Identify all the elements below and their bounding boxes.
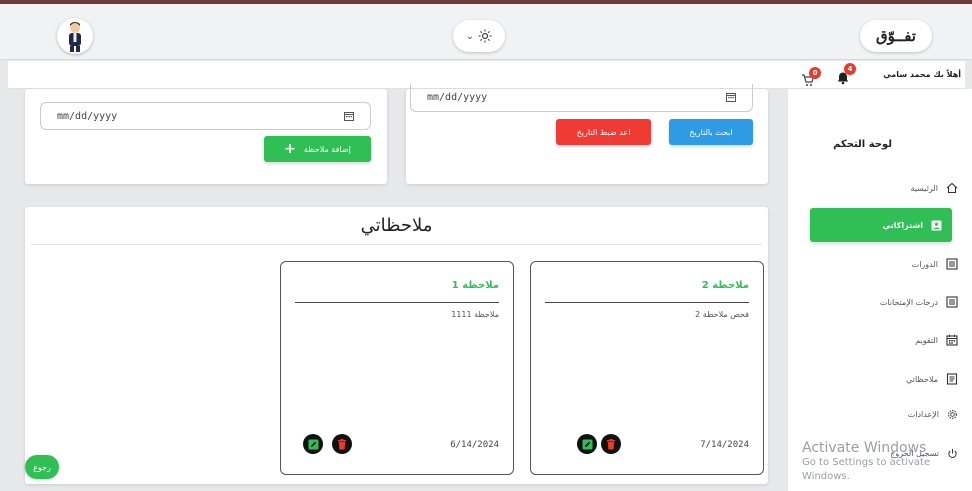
plus-icon: + [284,141,296,157]
section-divider [31,244,762,245]
edit-icon [308,439,318,449]
notifications-button[interactable]: 4 [836,63,856,85]
sidebar-item-subscriptions[interactable]: اشتراكاتي [810,208,952,242]
add-note-panel: mm/dd/yyyy إضافة ملاحظة + [25,89,387,184]
note-date-input[interactable]: mm/dd/yyyy [40,102,371,130]
sidebar-item-courses[interactable]: الدورات [912,251,958,277]
sidebar-item-label: ملاحظاتي [906,374,938,384]
calendar-icon[interactable] [726,92,736,102]
sidebar-item-my-notes[interactable]: ملاحظاتي [906,366,958,392]
cart-button[interactable]: 0 [801,67,821,86]
sidebar-item-label: التقويم [915,335,938,345]
edit-note-button[interactable] [577,434,597,454]
sidebar-item-label: الإعدادات [907,409,939,419]
sidebar-item-settings[interactable]: الإعدادات [908,401,958,427]
note-title: ملاحظة 2 [701,280,749,291]
list-icon [946,296,958,308]
delete-note-button[interactable] [332,434,352,454]
notes-section-title: ملاحظاتي [360,215,433,236]
brand-logo[interactable]: تفــوّق [860,20,932,52]
sidebar-item-label: اشتراكاتي [882,220,923,230]
sidebar-item-label: الدورات [911,259,938,269]
reset-date-label: اعد ضبط التاريخ [576,127,631,137]
greeting-text: أهلاً بك محمد سامي [883,70,961,79]
theme-toggle[interactable]: ⌄ [453,20,505,52]
add-note-button[interactable]: إضافة ملاحظة + [264,136,371,162]
reset-date-button[interactable]: اعد ضبط التاريخ [556,119,651,145]
sun-icon [478,29,492,43]
trash-icon [607,438,615,449]
note-title: ملاحظة 1 [451,280,499,291]
date-placeholder: mm/dd/yyyy [427,92,488,103]
note-card[interactable]: ملاحظة 1 ملاحظة 1111 6/14/2024 [280,261,514,475]
filter-date-input[interactable]: mm/dd/yyyy [410,84,753,112]
add-note-label: إضافة ملاحظة [303,144,351,154]
sidebar-item-home[interactable]: الرئيسية [910,175,958,201]
list-icon [946,258,958,270]
dashboard-title: لوحة التحكم [833,139,892,150]
cart-count-badge: 0 [809,67,821,79]
trash-icon [338,438,346,449]
gear-icon [947,409,958,419]
back-button[interactable]: رجوع [25,455,59,479]
sidebar-item-calendar[interactable]: التقويم [915,327,958,353]
date-placeholder: mm/dd/yyyy [57,110,118,122]
note-date: 7/14/2024 [700,440,749,450]
search-by-date-label: ابحث بالتاريخ [689,127,733,137]
calendar-icon[interactable] [344,111,354,121]
note-divider [295,302,499,303]
note-divider [545,302,749,303]
edit-note-button[interactable] [303,434,323,454]
windows-activation-watermark: Activate Windows Go to Settings to activ… [802,440,972,484]
chevron-down-icon: ⌄ [465,30,475,42]
sidebar: لوحة التحكم الرئيسية اشتراكاتي الدورات د… [788,89,972,491]
note-card[interactable]: ملاحظة 2 فحص ملاحظة 2 7/14/2024 [530,261,764,475]
top-navbar: ⌄ تفــوّق [0,4,972,60]
note-body: فحص ملاحظة 2 [695,310,749,319]
user-avatar[interactable] [57,18,93,54]
calendar-icon [946,334,958,346]
note-body: ملاحظة 1111 [451,310,499,319]
watermark-line-1: Activate Windows [802,440,927,456]
notification-count-badge: 4 [844,63,856,75]
watermark-line-2: Go to Settings to activate Windows. [802,457,931,482]
sidebar-item-exam-grades[interactable]: درجات الإمتحانات [880,289,958,315]
sidebar-item-label: درجات الإمتحانات [879,297,938,307]
date-filter-panel: mm/dd/yyyy اعد ضبط التاريخ ابحث بالتاريخ [406,84,768,184]
edit-icon [582,439,592,449]
note-date: 6/14/2024 [450,440,499,450]
home-icon [946,182,958,194]
delete-note-button[interactable] [601,434,621,454]
id-badge-icon [931,220,942,230]
note-icon [946,373,958,385]
notes-section: ملاحظاتي ملاحظة 2 فحص ملاحظة 2 7/14/2024… [25,207,768,484]
search-by-date-button[interactable]: ابحث بالتاريخ [669,119,753,145]
sidebar-item-label: الرئيسية [910,183,938,193]
